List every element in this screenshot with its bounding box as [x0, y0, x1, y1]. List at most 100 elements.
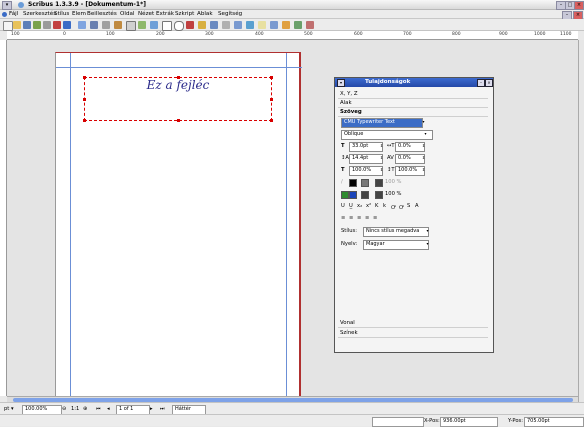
- polygon-icon[interactable]: [174, 21, 184, 31]
- pointer-icon[interactable]: [78, 21, 86, 29]
- section-colors[interactable]: Színek: [338, 329, 488, 338]
- pdf-link-icon[interactable]: [306, 21, 314, 29]
- pdf-button-icon[interactable]: [270, 21, 278, 29]
- resize-handle[interactable]: [270, 119, 273, 122]
- open-icon[interactable]: [13, 21, 21, 29]
- menu-page[interactable]: Oldal: [120, 11, 135, 17]
- section-line[interactable]: Vonal: [338, 319, 488, 328]
- format-button[interactable]: x²: [366, 203, 371, 209]
- horizontal-ruler[interactable]: 100 0 100 200 300 400 500 600 700 800 90…: [7, 31, 578, 40]
- menu-style[interactable]: Stílus: [54, 11, 69, 17]
- scale-spinner[interactable]: ⇕: [421, 142, 426, 150]
- format-button[interactable]: Ꝍ: [391, 203, 396, 211]
- section-xyz[interactable]: X, Y, Z: [338, 90, 488, 99]
- link-text-icon[interactable]: [234, 21, 242, 29]
- format-button[interactable]: k: [383, 203, 386, 209]
- prev-page-icon[interactable]: ◂: [107, 406, 110, 412]
- first-page-icon[interactable]: ⏮: [96, 406, 101, 413]
- panel-minimize-icon[interactable]: –: [477, 79, 485, 87]
- pdf-checkbox-icon[interactable]: [294, 21, 302, 29]
- shape-icon[interactable]: [162, 21, 172, 31]
- bezier-icon[interactable]: [198, 21, 206, 29]
- panel-menu-icon[interactable]: ▾: [337, 79, 345, 87]
- format-button[interactable]: Ꝍ: [399, 203, 404, 211]
- stroke-gradient-swatch[interactable]: [361, 179, 369, 187]
- scale-vertical-spinner[interactable]: ⇕: [379, 166, 384, 174]
- window-menu-icon[interactable]: ▾: [2, 1, 12, 10]
- image-frame-icon[interactable]: [138, 21, 146, 29]
- resize-handle[interactable]: [83, 98, 86, 101]
- pdf-export-icon[interactable]: [63, 21, 71, 29]
- freehand-icon[interactable]: [210, 21, 218, 29]
- page[interactable]: Ez a fejléc: [55, 52, 302, 396]
- close-doc-icon[interactable]: [33, 21, 41, 29]
- menu-file[interactable]: Fájl: [9, 11, 18, 17]
- text-tool-icon[interactable]: [126, 21, 136, 31]
- eyedropper-icon[interactable]: [258, 21, 266, 29]
- chevron-down-icon[interactable]: ▾: [425, 227, 430, 235]
- font-select[interactable]: CMU Typewriter Text: [341, 118, 423, 128]
- zoom-out-icon[interactable]: ⊖: [62, 406, 66, 412]
- lang-select[interactable]: Magyar: [363, 240, 429, 250]
- menu-insert[interactable]: Beillesztés: [87, 11, 117, 17]
- stroke-color-swatch[interactable]: [349, 179, 357, 187]
- align-forced-icon[interactable]: ≡: [373, 215, 377, 221]
- format-button[interactable]: A: [415, 203, 419, 209]
- rotate-icon[interactable]: [90, 21, 98, 29]
- size-spinner[interactable]: ⇕: [379, 142, 384, 150]
- fill-gradient-swatch[interactable]: [361, 191, 369, 199]
- resize-handle[interactable]: [83, 119, 86, 122]
- chevron-down-icon[interactable]: ▾: [425, 240, 430, 248]
- format-button[interactable]: K: [375, 203, 378, 209]
- resize-handle[interactable]: [83, 76, 86, 79]
- new-document-icon[interactable]: [3, 21, 13, 31]
- edit-content-icon[interactable]: [114, 21, 122, 29]
- para-style-select[interactable]: Nincs stílus megadva: [363, 227, 429, 237]
- resize-handle[interactable]: [177, 76, 180, 79]
- vertical-scrollbar[interactable]: [578, 40, 584, 402]
- menu-help[interactable]: Segítség: [218, 11, 242, 17]
- section-text[interactable]: Szöveg: [338, 108, 488, 117]
- align-right-icon[interactable]: ≡: [357, 215, 361, 221]
- menu-item[interactable]: Elem: [72, 11, 86, 17]
- header-text-frame[interactable]: Ez a fejléc: [83, 76, 273, 122]
- vertical-ruler[interactable]: [0, 40, 7, 396]
- pdf-field-icon[interactable]: [282, 21, 290, 29]
- menu-view[interactable]: Nézet: [138, 11, 154, 17]
- table-icon[interactable]: [150, 21, 158, 29]
- resize-handle[interactable]: [270, 98, 273, 101]
- line-spacing-field[interactable]: 14.4pt: [349, 154, 383, 164]
- resize-handle[interactable]: [177, 119, 180, 122]
- save-icon[interactable]: [23, 21, 31, 29]
- last-page-icon[interactable]: ⏭: [160, 406, 165, 413]
- measure-icon[interactable]: [246, 21, 254, 29]
- zoom-icon[interactable]: [102, 21, 110, 29]
- zoom-in-icon[interactable]: ⊕: [83, 406, 87, 412]
- format-button[interactable]: x₂: [357, 203, 362, 209]
- chevron-down-icon[interactable]: ▾: [421, 118, 426, 126]
- properties-titlebar[interactable]: ▾ Tulajdonságok – ×: [335, 78, 493, 87]
- line-icon[interactable]: [186, 21, 194, 29]
- menu-window[interactable]: Ablak: [197, 11, 213, 17]
- rotate-item-icon[interactable]: [222, 21, 230, 29]
- close-icon[interactable]: ×: [574, 1, 584, 10]
- scale-horizontal-spinner[interactable]: ⇕: [421, 166, 426, 174]
- format-button[interactable]: S: [407, 203, 410, 209]
- section-shape[interactable]: Alak: [338, 99, 488, 108]
- menu-edit[interactable]: Szerkesztés: [23, 11, 56, 17]
- zoom-ratio[interactable]: 1:1: [71, 406, 79, 412]
- align-justify-icon[interactable]: ≡: [365, 215, 369, 221]
- fill-color-swatch[interactable]: [349, 191, 357, 199]
- font-size-field[interactable]: 33.0pt: [349, 142, 383, 152]
- line-spacing-spinner[interactable]: ⇕: [379, 154, 384, 162]
- resize-handle[interactable]: [270, 76, 273, 79]
- unit-select[interactable]: pt ▾: [4, 406, 14, 412]
- format-button[interactable]: U: [341, 203, 345, 209]
- menu-extras[interactable]: Extrák: [156, 11, 174, 17]
- align-center-icon[interactable]: ≡: [349, 215, 353, 221]
- align-left-icon[interactable]: ≡: [341, 215, 345, 221]
- chevron-down-icon[interactable]: ▾: [423, 130, 428, 138]
- next-page-icon[interactable]: ▸: [150, 406, 153, 412]
- scale-vertical-field[interactable]: 100.0%: [349, 166, 383, 176]
- font-style-select[interactable]: Oblique: [341, 130, 433, 140]
